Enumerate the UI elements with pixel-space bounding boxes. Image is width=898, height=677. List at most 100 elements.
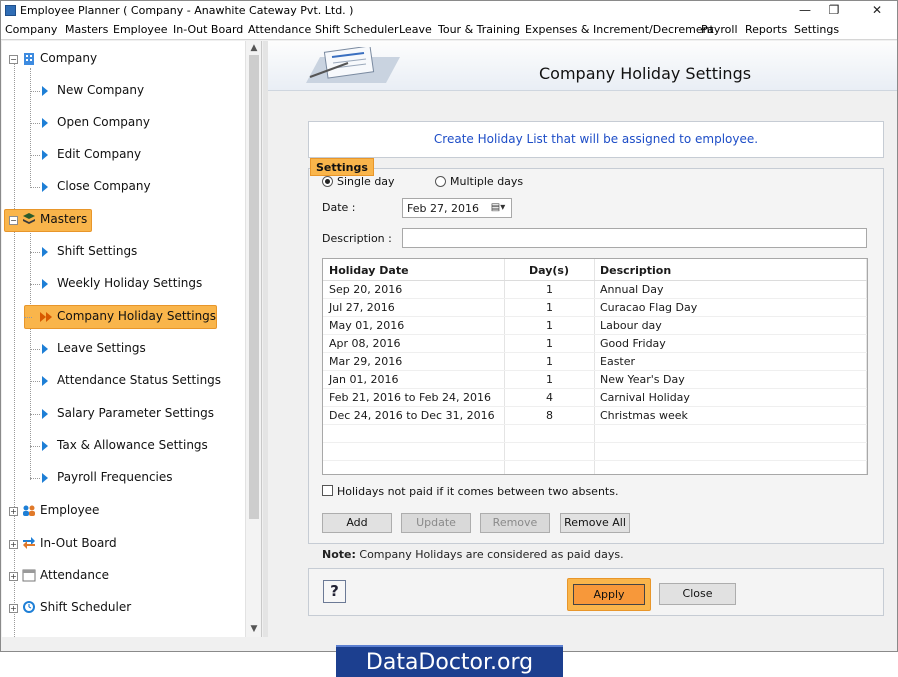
table-row[interactable]: Dec 24, 2016 to Dec 31, 2016 8 Christmas… (323, 407, 867, 425)
menu-settings[interactable]: Settings (794, 23, 839, 36)
expand-icon[interactable]: + (9, 572, 18, 581)
description-label: Description : (322, 232, 392, 245)
table-row[interactable]: Feb 21, 2016 to Feb 24, 2016 4 Carnival … (323, 389, 867, 407)
navigation-tree[interactable]: − Company New Company Open Company Edit … (2, 41, 262, 637)
menu-attendance[interactable]: Attendance (248, 23, 311, 36)
arrow-icon (42, 247, 48, 257)
tree-item-payroll-frequencies[interactable]: Payroll Frequencies (30, 467, 250, 489)
table-row[interactable] (323, 425, 867, 443)
tree-item-open-company[interactable]: Open Company (30, 112, 250, 134)
tree-item-weekly-holiday-settings[interactable]: Weekly Holiday Settings (30, 273, 250, 295)
cell-days: 1 (546, 373, 553, 386)
menu-payroll[interactable]: Payroll (701, 23, 738, 36)
column-header-description[interactable]: Description (600, 264, 671, 277)
tree-item-new-company[interactable]: New Company (30, 80, 250, 102)
remove-button[interactable]: Remove (480, 513, 550, 533)
update-button[interactable]: Update (401, 513, 471, 533)
arrow-icon (42, 279, 48, 289)
holiday-grid[interactable]: Holiday Date Day(s) Description Sep 20, … (322, 258, 868, 475)
calendar-dropdown-icon[interactable]: ▤▾ (486, 199, 510, 217)
description-input[interactable] (402, 228, 867, 248)
cell-date: Jan 01, 2016 (329, 373, 399, 386)
tree-item-company-holiday-settings[interactable]: Company Holiday Settings (24, 306, 250, 328)
remove-all-button[interactable]: Remove All (560, 513, 630, 533)
cell-date: Jul 27, 2016 (329, 301, 395, 314)
sidebar-scrollbar[interactable]: ▲ ▼ (245, 41, 261, 637)
column-header-days[interactable]: Day(s) (529, 264, 569, 277)
menu-in-out-board[interactable]: In-Out Board (173, 23, 243, 36)
tree-label: Attendance (40, 568, 109, 582)
expand-icon[interactable]: + (9, 540, 18, 549)
arrow-icon (42, 376, 48, 386)
expand-icon[interactable]: + (9, 604, 18, 613)
menu-tour-training[interactable]: Tour & Training (438, 23, 520, 36)
table-row[interactable]: May 01, 2016 1 Labour day (323, 317, 867, 335)
column-header-holiday-date[interactable]: Holiday Date (329, 264, 409, 277)
tree-label: Open Company (57, 115, 150, 129)
scroll-up-icon[interactable]: ▲ (248, 42, 260, 54)
tree-label: Company Holiday Settings (57, 309, 217, 323)
building-icon (24, 53, 34, 65)
close-button[interactable]: Close (659, 583, 736, 605)
tree-item-close-company[interactable]: Close Company (30, 176, 250, 198)
menu-company[interactable]: Company (5, 23, 57, 36)
expand-icon[interactable]: + (9, 507, 18, 516)
note-prefix: Note: (322, 548, 356, 561)
not-paid-label[interactable]: Holidays not paid if it comes between tw… (337, 485, 618, 498)
menu-employee[interactable]: Employee (113, 23, 167, 36)
swap-arrows-icon (23, 537, 35, 549)
cell-date: May 01, 2016 (329, 319, 405, 332)
title-bar: Employee Planner ( Company - Anawhite Ca… (1, 1, 897, 21)
menu-leave[interactable]: Leave (399, 23, 432, 36)
window-title: Employee Planner ( Company - Anawhite Ca… (20, 4, 354, 17)
tree-item-tax-allowance-settings[interactable]: Tax & Allowance Settings (30, 435, 250, 457)
add-button[interactable]: Add (322, 513, 392, 533)
tree-item-attendance-status-settings[interactable]: Attendance Status Settings (30, 370, 250, 392)
table-row[interactable]: Apr 08, 2016 1 Good Friday (323, 335, 867, 353)
menu-expenses[interactable]: Expenses & Increment/Decrement (525, 23, 714, 36)
table-row[interactable]: Sep 20, 2016 1 Annual Day (323, 281, 867, 299)
cell-days: 1 (546, 319, 553, 332)
menu-masters[interactable]: Masters (65, 23, 108, 36)
tree-node-shift-scheduler[interactable]: + Shift Scheduler (8, 597, 248, 619)
table-row[interactable]: Mar 29, 2016 1 Easter (323, 353, 867, 371)
arrow-icon (42, 150, 48, 160)
menu-reports[interactable]: Reports (745, 23, 787, 36)
table-row[interactable]: Jul 27, 2016 1 Curacao Flag Day (323, 299, 867, 317)
clock-icon (23, 601, 35, 613)
scroll-down-icon[interactable]: ▼ (248, 623, 260, 635)
tree-node-masters[interactable]: − Masters (8, 209, 248, 231)
cell-days: 1 (546, 283, 553, 296)
close-window-button[interactable]: ✕ (859, 1, 895, 21)
tree-node-employee[interactable]: + Employee (8, 500, 248, 522)
calendar-icon (22, 569, 36, 582)
help-button[interactable]: ? (323, 580, 346, 603)
app-icon (5, 5, 16, 16)
settings-group-label: Settings (310, 158, 374, 176)
tree-item-shift-settings[interactable]: Shift Settings (30, 241, 250, 263)
single-day-radio[interactable] (322, 176, 333, 187)
restore-button[interactable]: ❐ (816, 1, 852, 21)
not-paid-checkbox[interactable] (322, 485, 333, 496)
collapse-icon[interactable]: − (9, 216, 18, 225)
multiple-days-label[interactable]: Multiple days (450, 175, 523, 188)
page-title: Company Holiday Settings (539, 64, 752, 83)
menu-shift-scheduler[interactable]: Shift Scheduler (315, 23, 399, 36)
tree-node-attendance[interactable]: + Attendance (8, 565, 248, 587)
tree-node-in-out-board[interactable]: + In-Out Board (8, 533, 248, 555)
collapse-icon[interactable]: − (9, 55, 18, 64)
arrow-icon (42, 344, 48, 354)
apply-button[interactable]: Apply (573, 584, 645, 605)
tree-item-edit-company[interactable]: Edit Company (30, 144, 250, 166)
table-row[interactable] (323, 443, 867, 461)
cell-description: Easter (600, 355, 636, 368)
date-label: Date : (322, 201, 356, 214)
tree-node-company[interactable]: − Company (8, 48, 248, 70)
tree-item-leave-settings[interactable]: Leave Settings (30, 338, 250, 360)
single-day-label[interactable]: Single day (337, 175, 395, 188)
tree-item-salary-parameter-settings[interactable]: Salary Parameter Settings (30, 403, 250, 425)
multiple-days-radio[interactable] (435, 176, 446, 187)
note-text: Note: Company Holidays are considered as… (322, 548, 624, 561)
table-row[interactable]: Jan 01, 2016 1 New Year's Day (323, 371, 867, 389)
scrollbar-thumb[interactable] (249, 55, 259, 519)
